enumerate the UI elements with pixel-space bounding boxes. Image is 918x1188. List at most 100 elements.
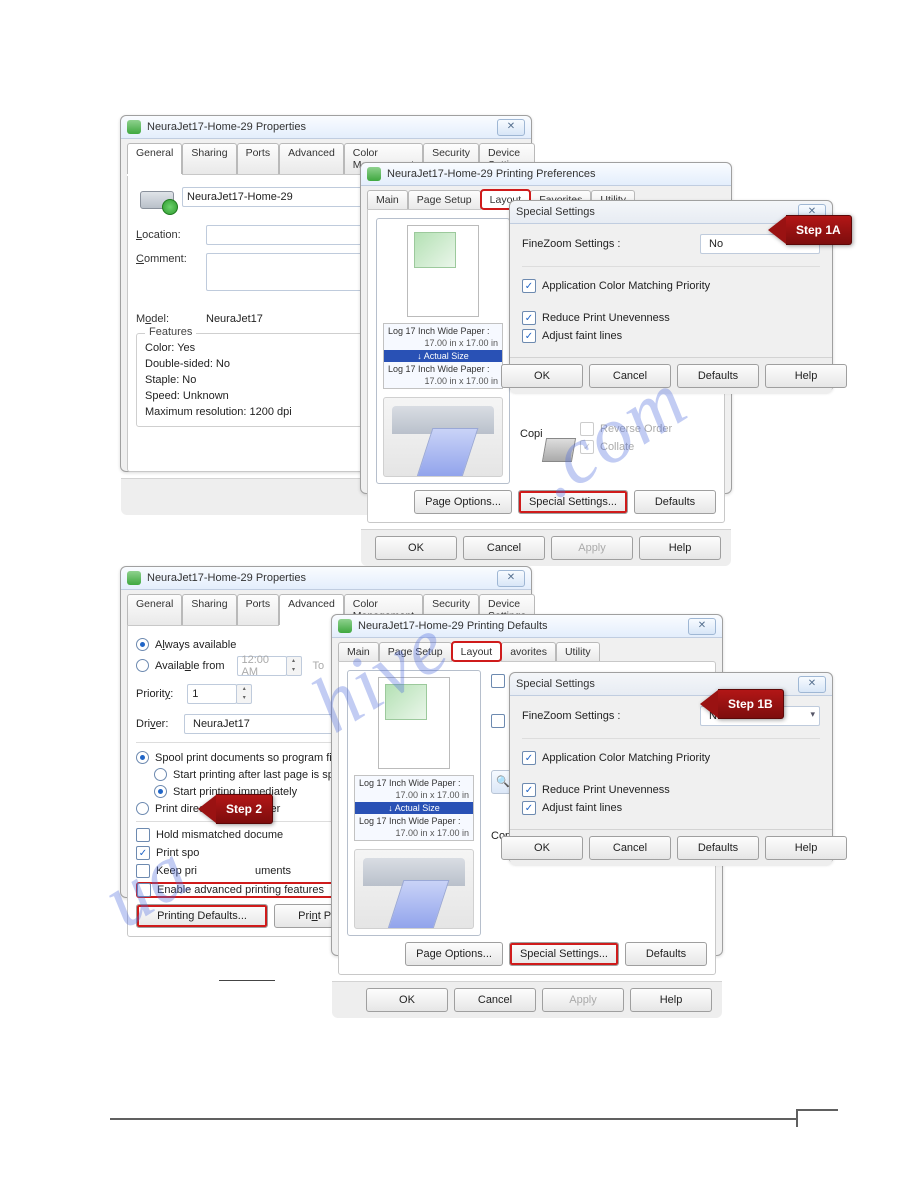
tab-general[interactable]: General — [127, 143, 182, 174]
ok-button[interactable]: OK — [375, 536, 457, 560]
ok-button[interactable]: OK — [366, 988, 448, 1012]
feature-maxres: Maximum resolution: 1200 dpi — [145, 406, 377, 418]
printer-status-icon — [140, 183, 174, 211]
tab-main[interactable]: Main — [338, 642, 379, 661]
window-title: NeuraJet17-Home-29 Printing Defaults — [358, 620, 548, 632]
close-icon[interactable]: ✕ — [497, 570, 525, 587]
tab-utility[interactable]: Utility — [556, 642, 600, 661]
from-time-field[interactable]: 12:00 AM — [237, 656, 287, 676]
step-1b-callout: Step 1B — [700, 690, 784, 718]
help-button[interactable]: Help — [765, 364, 847, 388]
reduce-unevenness-checkbox[interactable]: Reduce Print Unevenness — [522, 783, 820, 797]
special-settings-window-2: Special Settings ✕ FineZoom Settings : N… — [509, 672, 833, 864]
tab-sharing[interactable]: Sharing — [182, 143, 236, 174]
tabs: Main Page Setup Layout avorites Utility — [332, 638, 722, 661]
feature-speed: Speed: Unknown — [145, 390, 377, 402]
titlebar[interactable]: NeuraJet17-Home-29 Printing Preferences — [361, 163, 731, 186]
app-color-matching-checkbox[interactable]: Application Color Matching Priority — [522, 279, 820, 293]
tab-general[interactable]: General — [127, 594, 182, 625]
defaults-button[interactable]: Defaults — [677, 836, 759, 860]
page-preview-icon — [407, 225, 479, 317]
printer-icon — [338, 619, 352, 633]
feature-duplex: Double-sided: No — [145, 358, 377, 370]
finezoom-label: FineZoom Settings : — [522, 238, 620, 250]
tab-main[interactable]: Main — [367, 190, 408, 209]
input-size-box: Log 17 Inch Wide Paper : 17.00 in x 17.0… — [383, 323, 503, 389]
model-label: Model: — [136, 313, 206, 325]
adjust-faint-lines-checkbox[interactable]: Adjust faint lines — [522, 801, 820, 815]
window-title: NeuraJet17-Home-29 Printing Preferences — [387, 168, 596, 180]
preview-pane: Log 17 Inch Wide Paper : 17.00 in x 17.0… — [376, 218, 510, 484]
apply-button[interactable]: Apply — [542, 988, 624, 1012]
model-value: NeuraJet17 — [206, 313, 263, 325]
page-options-button[interactable]: Page Options... — [405, 942, 503, 966]
page-options-button[interactable]: Page Options... — [414, 490, 512, 514]
help-button[interactable]: Help — [639, 536, 721, 560]
tab-favorites[interactable]: avorites — [501, 642, 556, 661]
features-title: Features — [145, 326, 196, 338]
tab-pagesetup[interactable]: Page Setup — [408, 190, 481, 209]
layout-defaults-button[interactable]: Defaults — [625, 942, 707, 966]
tab-ports[interactable]: Ports — [237, 143, 280, 174]
help-button[interactable]: Help — [765, 836, 847, 860]
available-from-radio[interactable]: Available from — [136, 659, 225, 672]
window-title: Special Settings — [516, 206, 595, 218]
input-size-box: Log 17 Inch Wide Paper : 17.00 in x 17.0… — [354, 775, 474, 841]
comment-label: Comment: — [136, 253, 206, 265]
app-color-matching-checkbox[interactable]: Application Color Matching Priority — [522, 751, 820, 765]
tab-layout[interactable]: Layout — [452, 642, 502, 661]
window-title: Special Settings — [516, 678, 595, 690]
priority-label: Priority: — [136, 688, 173, 700]
dialog-footer: OK Cancel Defaults Help — [510, 829, 832, 866]
special-settings-button[interactable]: Special Settings... — [518, 490, 628, 514]
dialog-footer: OK Cancel Apply Help — [332, 981, 722, 1018]
dialog-footer: OK Cancel Apply Help — [361, 529, 731, 566]
tab-pagesetup[interactable]: Page Setup — [379, 642, 452, 661]
special-settings-button[interactable]: Special Settings... — [509, 942, 619, 966]
titlebar[interactable]: Special Settings — [510, 673, 832, 696]
decorative-underline — [219, 980, 275, 981]
footer-pagenum-box — [796, 1109, 838, 1127]
tab-ports[interactable]: Ports — [237, 594, 280, 625]
copies-label: Copi — [520, 428, 543, 440]
printer-icon — [127, 571, 141, 585]
titlebar[interactable]: NeuraJet17-Home-29 Printing Defaults — [332, 615, 722, 638]
feature-color: Color: Yes — [145, 342, 377, 354]
layout-defaults-button[interactable]: Defaults — [634, 490, 716, 514]
footer-rule — [110, 1118, 838, 1120]
close-icon[interactable]: ✕ — [798, 676, 826, 693]
driver-label: Driver: — [136, 718, 184, 730]
cancel-button[interactable]: Cancel — [454, 988, 536, 1012]
cancel-button[interactable]: Cancel — [463, 536, 545, 560]
titlebar[interactable]: NeuraJet17-Home-29 Properties — [121, 567, 531, 590]
step-1a-callout: Step 1A — [768, 216, 852, 244]
cancel-button[interactable]: Cancel — [589, 836, 671, 860]
collate-checkbox: Collate — [580, 440, 672, 454]
cancel-button[interactable]: Cancel — [589, 364, 671, 388]
apply-button[interactable]: Apply — [551, 536, 633, 560]
step-2-callout: Step 2 — [198, 795, 273, 823]
collate-icon — [542, 438, 576, 462]
to-label: To — [313, 660, 325, 672]
finezoom-label: FineZoom Settings : — [522, 710, 620, 722]
printer-icon — [127, 120, 141, 134]
help-button[interactable]: Help — [630, 988, 712, 1012]
dialog-footer: OK Cancel Defaults Help — [510, 357, 832, 394]
titlebar[interactable]: NeuraJet17-Home-29 Properties — [121, 116, 531, 139]
printing-defaults-button[interactable]: Printing Defaults... — [136, 904, 268, 928]
adjust-faint-lines-checkbox[interactable]: Adjust faint lines — [522, 329, 820, 343]
tab-sharing[interactable]: Sharing — [182, 594, 236, 625]
printer-illustration-icon — [383, 397, 503, 477]
feature-staple: Staple: No — [145, 374, 377, 386]
ok-button[interactable]: OK — [501, 364, 583, 388]
reduce-unevenness-checkbox[interactable]: Reduce Print Unevenness — [522, 311, 820, 325]
window-title: NeuraJet17-Home-29 Properties — [147, 572, 306, 584]
close-icon[interactable]: ✕ — [688, 618, 716, 635]
ok-button[interactable]: OK — [501, 836, 583, 860]
priority-field[interactable]: 1 — [187, 684, 237, 704]
close-icon[interactable]: ✕ — [497, 119, 525, 136]
tab-advanced[interactable]: Advanced — [279, 143, 344, 174]
printer-illustration-icon — [354, 849, 474, 929]
preview-pane: Log 17 Inch Wide Paper : 17.00 in x 17.0… — [347, 670, 481, 936]
defaults-button[interactable]: Defaults — [677, 364, 759, 388]
